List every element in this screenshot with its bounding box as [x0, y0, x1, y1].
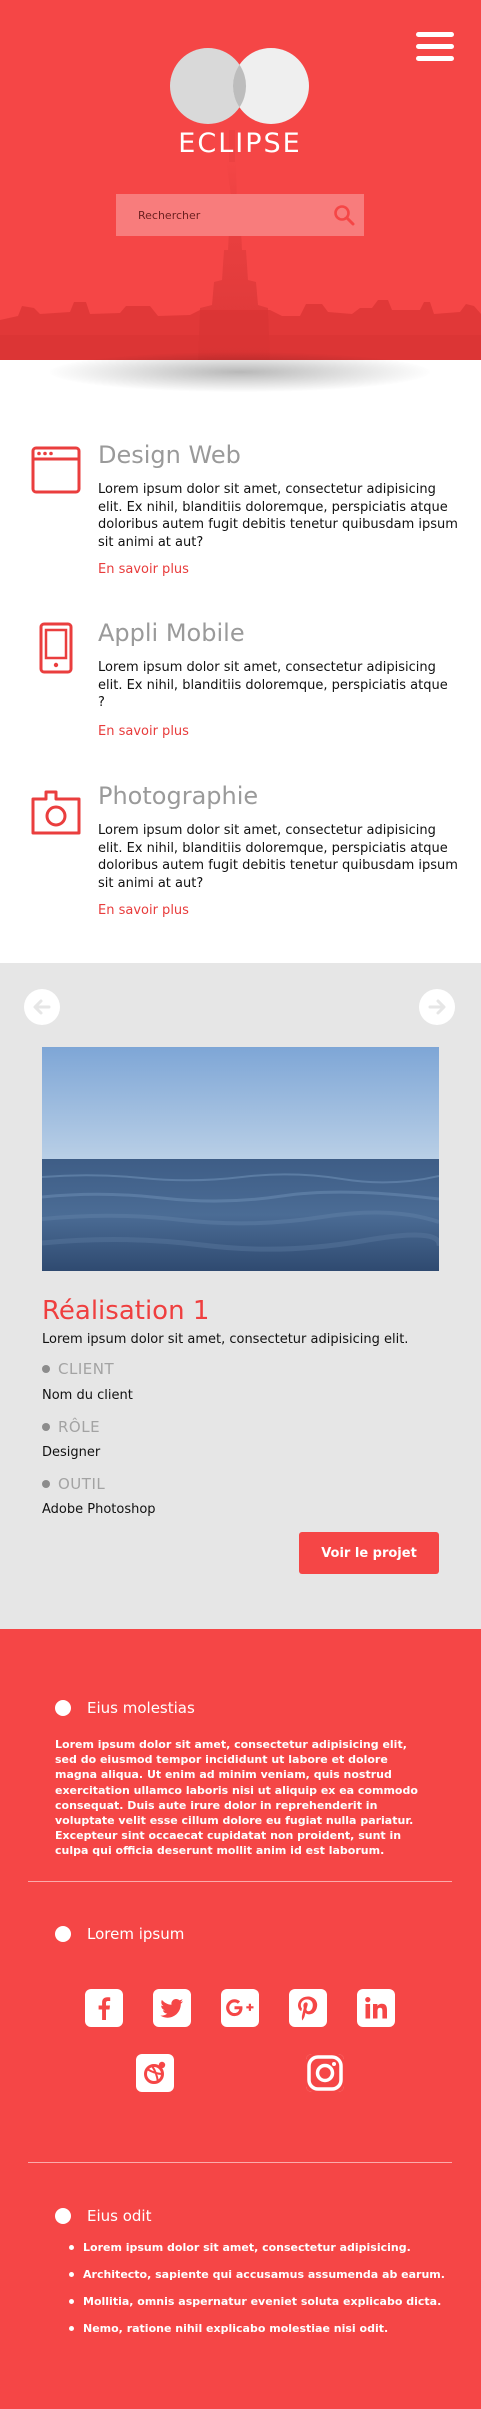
tool-label: OUTIL [42, 1475, 105, 1493]
project-image[interactable] [42, 1047, 439, 1271]
service-title: Design Web [98, 441, 241, 469]
search-input[interactable] [116, 194, 324, 236]
search-bar [116, 194, 364, 236]
bullet-icon [69, 2299, 74, 2304]
service-design-web: Design Web Lorem ipsum dolor sit amet, c… [30, 441, 458, 601]
bullet-icon [42, 1365, 50, 1373]
learn-more-link[interactable]: En savoir plus [98, 903, 189, 918]
mobile-phone-icon [39, 622, 73, 674]
service-appli-mobile: Appli Mobile Lorem ipsum dolor sit amet,… [30, 619, 450, 749]
learn-more-link[interactable]: En savoir plus [98, 562, 189, 577]
pinterest-icon[interactable] [289, 1989, 327, 2027]
service-description: Lorem ipsum dolor sit amet, consectetur … [98, 660, 448, 710]
arrow-right-icon[interactable] [419, 989, 455, 1025]
bullet-icon [69, 2272, 74, 2277]
hamburger-menu-icon[interactable] [416, 30, 454, 64]
project-title: Réalisation 1 [42, 1296, 210, 1326]
bullet-icon [55, 2208, 71, 2224]
site-header: ECLIPSE [0, 0, 481, 360]
camera-icon [31, 790, 81, 835]
facebook-icon[interactable] [85, 1989, 123, 2027]
footer-links-heading: Eius odit [55, 2207, 151, 2225]
portfolio-section: Réalisation 1 Lorem ipsum dolor sit amet… [0, 963, 481, 1629]
bullet-icon [69, 2326, 74, 2331]
footer-list-item[interactable]: Nemo, ratione nihil explicabo molestiae … [55, 2322, 388, 2335]
role-label: RÔLE [42, 1418, 100, 1436]
site-footer: Eius molestias Lorem ipsum dolor sit ame… [0, 1629, 481, 2409]
linkedin-icon[interactable] [357, 1989, 395, 2027]
arrow-left-icon[interactable] [24, 989, 60, 1025]
project-description: Lorem ipsum dolor sit amet, consectetur … [42, 1332, 409, 1347]
bullet-icon [55, 1700, 71, 1716]
search-icon[interactable] [324, 194, 364, 236]
service-description: Lorem ipsum dolor sit amet, consectetur … [98, 823, 458, 891]
service-photographie: Photographie Lorem ipsum dolor sit amet,… [30, 782, 458, 942]
bullet-icon [55, 1926, 71, 1942]
instagram-icon[interactable] [306, 2054, 344, 2092]
client-label: CLIENT [42, 1360, 114, 1378]
footer-divider [28, 2162, 452, 2163]
bullet-icon [42, 1480, 50, 1488]
twitter-icon[interactable] [153, 1989, 191, 2027]
header-shadow [50, 352, 430, 392]
bullet-icon [69, 2245, 74, 2250]
eclipse-logo-icon [170, 48, 309, 124]
service-title: Appli Mobile [98, 619, 245, 647]
footer-about-heading: Eius molestias [55, 1699, 195, 1717]
role-value: Designer [42, 1445, 101, 1460]
site-logo-text[interactable]: ECLIPSE [140, 128, 340, 159]
footer-social-heading: Lorem ipsum [55, 1925, 184, 1943]
dribbble-icon[interactable] [136, 2054, 174, 2092]
footer-list-item[interactable]: Lorem ipsum dolor sit amet, consectetur … [55, 2241, 411, 2254]
view-project-button[interactable]: Voir le projet [299, 1532, 439, 1574]
footer-list-item[interactable]: Mollitia, omnis aspernatur eveniet solut… [55, 2295, 441, 2308]
google-plus-icon[interactable] [221, 1989, 259, 2027]
browser-window-icon [31, 446, 81, 494]
footer-about-text: Lorem ipsum dolor sit amet, consectetur … [55, 1738, 418, 1858]
tool-value: Adobe Photoshop [42, 1502, 156, 1517]
client-value: Nom du client [42, 1388, 133, 1403]
city-skyline-background [0, 130, 481, 360]
service-description: Lorem ipsum dolor sit amet, consectetur … [98, 482, 458, 550]
service-title: Photographie [98, 782, 259, 810]
bullet-icon [42, 1423, 50, 1431]
footer-divider [28, 1881, 452, 1882]
learn-more-link[interactable]: En savoir plus [98, 724, 189, 739]
footer-list-item[interactable]: Architecto, sapiente qui accusamus assum… [55, 2268, 445, 2281]
